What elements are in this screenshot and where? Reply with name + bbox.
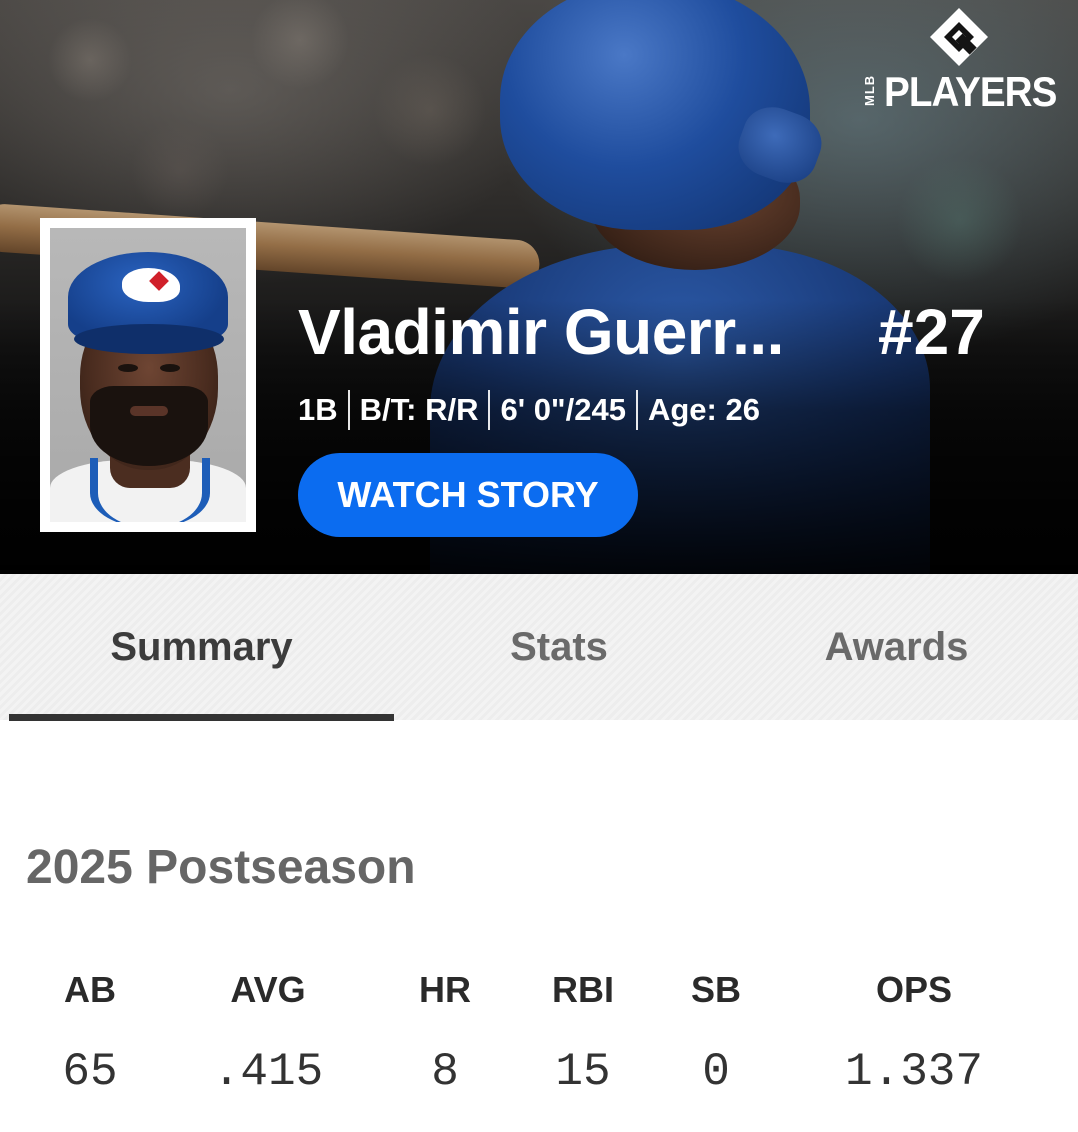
headshot-photo <box>50 228 246 522</box>
player-age: Age: 26 <box>647 392 760 427</box>
stat-avg: AVG .415 <box>200 960 336 1102</box>
headshot-right-eye <box>160 364 180 372</box>
stat-ops: OPS 1.337 <box>830 960 998 1102</box>
stat-value: 8 <box>431 1046 459 1098</box>
player-height-weight: 6' 0"/245 <box>500 392 626 427</box>
stat-label: SB <box>690 969 741 1010</box>
watch-story-button[interactable]: WATCH STORY <box>298 453 638 537</box>
stat-label: HR <box>419 969 471 1010</box>
stat-label: AVG <box>230 969 306 1010</box>
stat-value: 1.337 <box>844 1046 984 1098</box>
mlbpa-diamond-icon <box>930 8 988 66</box>
stat-value: 15 <box>555 1046 611 1098</box>
meta-divider <box>488 390 491 430</box>
stat-ab: AB 65 <box>50 960 130 1102</box>
stat-label: RBI <box>552 969 614 1010</box>
stat-label: OPS <box>875 969 953 1010</box>
headshot-mouth <box>130 406 168 416</box>
headshot-beard <box>90 386 208 466</box>
headshot-cap-brim <box>74 324 224 354</box>
player-headshot <box>40 218 256 532</box>
player-meta-row: 1B B/T: R/R 6' 0"/245 Age: 26 <box>298 390 770 430</box>
mlb-players-logo[interactable]: MLB PLAYERS <box>862 4 1062 114</box>
logo-players-text: PLAYERS <box>884 68 1057 115</box>
active-tab-indicator <box>9 714 394 721</box>
stat-rbi: RBI 15 <box>536 960 630 1102</box>
player-name: Vladimir Guerr... <box>298 296 784 368</box>
player-position: 1B <box>298 392 338 427</box>
meta-divider <box>347 390 350 430</box>
stat-value: 0 <box>702 1046 730 1098</box>
headshot-left-eye <box>118 364 138 372</box>
stat-label: AB <box>64 969 116 1010</box>
stat-hr: HR 8 <box>405 960 485 1102</box>
logo-mlb-text: MLB <box>862 74 877 106</box>
stat-value: .415 <box>212 1046 324 1098</box>
player-hero: MLB PLAYERS Vladimir Guerr... #27 1B B/T… <box>0 0 1078 574</box>
tab-stats[interactable]: Stats <box>394 574 724 720</box>
blue-jays-logo-icon <box>122 268 180 302</box>
stat-value: 65 <box>62 1046 118 1098</box>
tab-summary[interactable]: Summary <box>9 574 394 720</box>
player-bats-throws: B/T: R/R <box>359 392 479 427</box>
player-number: #27 <box>878 296 985 368</box>
tab-awards[interactable]: Awards <box>724 574 1069 720</box>
stat-sb: SB 0 <box>676 960 756 1102</box>
profile-tabs: Summary Stats Awards <box>0 574 1078 720</box>
meta-divider <box>635 390 638 430</box>
postseason-title: 2025 Postseason <box>26 841 416 894</box>
